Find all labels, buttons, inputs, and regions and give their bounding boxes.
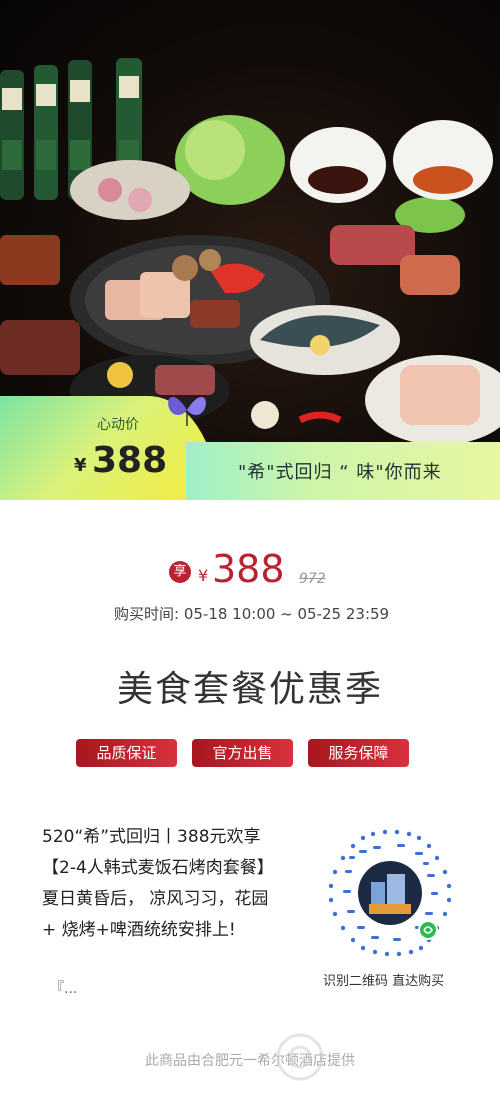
badge-currency: ¥ <box>74 455 87 476</box>
mini-program-icon <box>420 922 436 938</box>
qr-caption: 识别二维码 直达购买 <box>323 974 445 989</box>
badge-price: 388 <box>92 440 168 481</box>
original-price: 972 <box>299 571 326 587</box>
qr-code[interactable] <box>323 826 457 960</box>
tag-official: 官方出售 <box>192 739 293 767</box>
badge-label: 心动价 <box>97 417 139 433</box>
price-currency: ¥ <box>198 566 209 585</box>
sale-price: 388 <box>212 547 285 591</box>
enjoy-badge: 享 <box>169 561 191 583</box>
tag-service: 服务保障 <box>308 739 409 767</box>
guarantee-tags: 品质保证 官方出售 服务保障 <box>76 739 409 767</box>
hero-slogan: "希"式回归 “ 味"你而来 <box>238 462 442 483</box>
purchase-time: 购买时间: 05-18 10:00 ~ 05-25 23:59 <box>114 605 390 623</box>
description-more[interactable]: 『... <box>50 978 77 998</box>
product-description: 520“希”式回归丨388元欢享【2-4人韩式麦饭石烤肉套餐】 夏日黄昏后， 凉… <box>42 827 274 940</box>
butterfly-icon <box>168 396 206 426</box>
watermark-logo <box>276 1033 324 1081</box>
tag-quality: 品质保证 <box>76 739 177 767</box>
page-title: 美食套餐优惠季 <box>116 669 383 710</box>
